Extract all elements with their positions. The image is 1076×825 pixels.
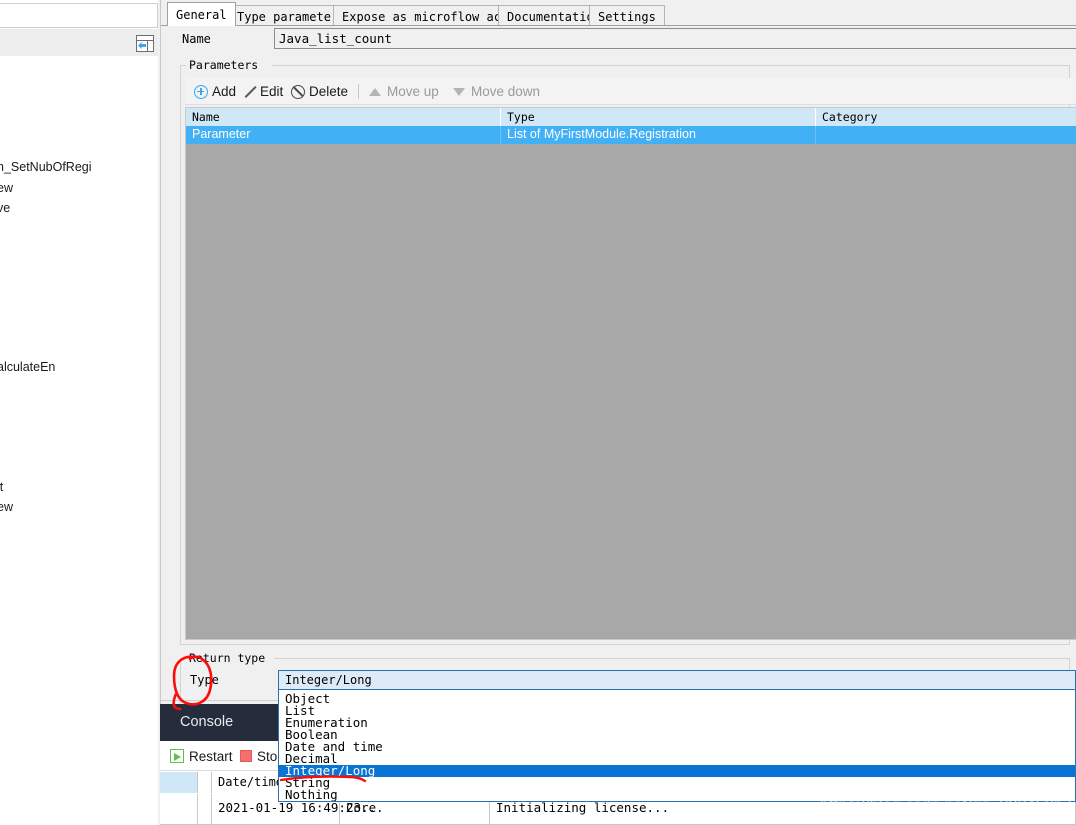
column-header-type[interactable]: Type bbox=[501, 108, 816, 126]
delete-button[interactable]: Delete bbox=[291, 81, 348, 102]
left-panel: n_SetNubOfRegi ew ve alculateEn it ew bbox=[0, 0, 160, 825]
stop-icon bbox=[240, 750, 252, 762]
add-button-label: Add bbox=[212, 84, 237, 99]
left-toolstrip bbox=[0, 29, 158, 56]
column-header-icon[interactable] bbox=[160, 772, 198, 793]
application-window: n_SetNubOfRegi ew ve alculateEn it ew Ge… bbox=[0, 0, 1076, 825]
plus-circle-icon bbox=[194, 84, 208, 99]
add-button[interactable]: Add bbox=[194, 81, 236, 102]
dropdown-option-object[interactable]: Object bbox=[279, 692, 1075, 705]
cell-parameter-type: List of MyFirstModule.Registration bbox=[501, 126, 816, 144]
tab-console[interactable]: Console bbox=[160, 704, 280, 741]
tree-item-label[interactable]: n_SetNubOfRegi bbox=[0, 160, 92, 174]
edit-button[interactable]: Edit bbox=[242, 81, 283, 102]
cell-console-icon bbox=[160, 794, 198, 825]
edit-button-label: Edit bbox=[260, 84, 284, 99]
left-search-box[interactable] bbox=[0, 3, 158, 28]
triangle-down-icon bbox=[453, 87, 465, 96]
cell-parameter-name: Parameter bbox=[186, 126, 501, 144]
pencil-icon bbox=[242, 85, 256, 99]
restart-button[interactable]: Restart bbox=[170, 746, 233, 766]
cell-console-spacer bbox=[198, 794, 212, 825]
move-up-button[interactable]: Move up bbox=[369, 81, 439, 102]
return-type-combobox[interactable]: Integer/Long bbox=[278, 670, 1076, 690]
dropdown-option-string[interactable]: String bbox=[279, 776, 1075, 789]
triangle-up-icon bbox=[369, 87, 381, 96]
column-header-name[interactable]: Name bbox=[186, 108, 501, 126]
return-type-dropdown-list[interactable]: Object List Enumeration Boolean Date and… bbox=[278, 690, 1076, 802]
left-tree-area: n_SetNubOfRegi ew ve alculateEn it ew bbox=[0, 56, 158, 825]
tree-item-label[interactable]: ve bbox=[0, 201, 10, 215]
name-row: Name Java_list_count bbox=[161, 28, 1076, 54]
panel-layout-icon[interactable] bbox=[136, 35, 154, 52]
column-header-category[interactable]: Category bbox=[816, 108, 1076, 126]
move-down-button-label: Move down bbox=[471, 84, 541, 99]
panel-icon-hbar bbox=[137, 40, 153, 41]
editor-tabbar: General Type parameters Expose as microf… bbox=[161, 0, 1076, 26]
parameters-grid[interactable]: Name Type Category Parameter List of MyF… bbox=[185, 107, 1076, 640]
table-row[interactable]: Parameter List of MyFirstModule.Registra… bbox=[186, 126, 1076, 144]
panel-icon-vbar bbox=[147, 40, 148, 51]
cell-parameter-category bbox=[816, 126, 1076, 144]
dropdown-option-integer-long[interactable]: Integer/Long bbox=[279, 764, 1075, 777]
restart-button-label: Restart bbox=[189, 748, 233, 764]
tab-settings[interactable]: Settings bbox=[589, 5, 665, 26]
dropdown-option-enumeration[interactable]: Enumeration bbox=[279, 716, 1075, 729]
column-header-spacer[interactable] bbox=[198, 772, 212, 793]
tree-item-label[interactable]: ew bbox=[0, 181, 13, 195]
watermark: https://blog.csdn.net/qq_39245017 bbox=[820, 797, 1073, 814]
dropdown-option-boolean[interactable]: Boolean bbox=[279, 728, 1075, 741]
parameters-toolbar: Add Edit Delete Move up Move down bbox=[185, 78, 1076, 105]
restart-icon bbox=[170, 749, 184, 763]
panel-icon-arrow bbox=[138, 42, 146, 49]
dropdown-option-decimal[interactable]: Decimal bbox=[279, 752, 1075, 765]
tree-item-label[interactable]: alculateEn bbox=[0, 360, 55, 374]
dropdown-option-list[interactable]: List bbox=[279, 704, 1075, 717]
ban-circle-icon bbox=[291, 84, 305, 99]
name-label: Name bbox=[182, 32, 211, 46]
console-tab-label: Console bbox=[180, 714, 234, 730]
move-down-button[interactable]: Move down bbox=[453, 81, 540, 102]
name-input[interactable]: Java_list_count bbox=[274, 28, 1076, 49]
tree-item-label[interactable]: it bbox=[0, 480, 3, 494]
delete-button-label: Delete bbox=[309, 84, 349, 99]
dropdown-option-date-and-time[interactable]: Date and time bbox=[279, 740, 1075, 753]
tab-general[interactable]: General bbox=[167, 2, 236, 26]
move-up-button-label: Move up bbox=[387, 84, 439, 99]
tree-item-label[interactable]: ew bbox=[0, 500, 13, 514]
parameters-grid-header: Name Type Category bbox=[186, 108, 1076, 126]
toolbar-separator bbox=[358, 84, 359, 99]
